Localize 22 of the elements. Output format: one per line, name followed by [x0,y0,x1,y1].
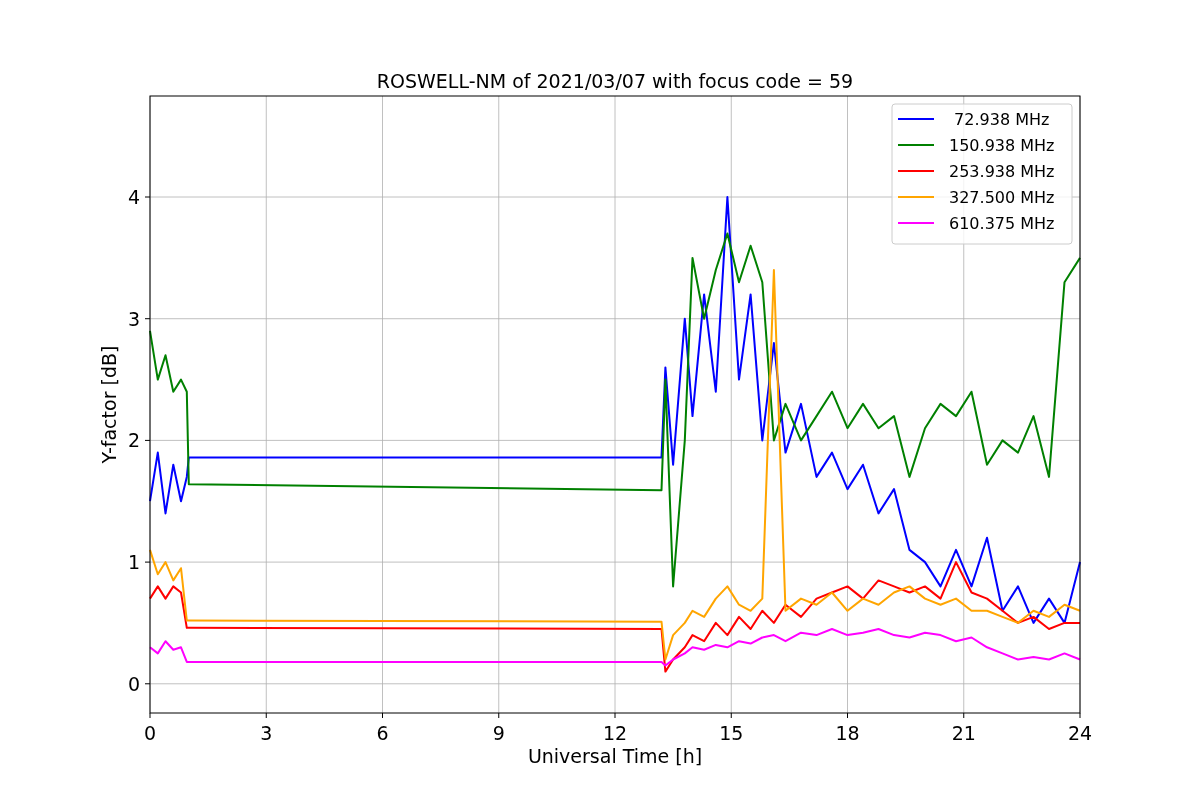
legend-label: 72.938 MHz [954,110,1050,129]
x-tick-label: 18 [835,722,860,744]
x-tick-label: 3 [260,722,273,744]
y-tick-label: 1 [127,551,140,574]
legend-label: 327.500 MHz [949,188,1055,207]
legend-label: 610.375 MHz [949,214,1055,233]
y-tick-label: 4 [127,186,140,208]
y-tick-label: 0 [127,672,140,695]
x-axis-label: Universal Time [h] [527,745,703,767]
x-tick-label: 15 [719,722,744,744]
y-tick-label: 2 [127,429,140,452]
legend-label: 253.938 MHz [949,162,1055,181]
x-tick-label: 24 [1067,722,1093,744]
y-tick-label: 3 [127,307,140,330]
x-tick-label: 0 [143,722,157,744]
chart-title: ROSWELL-NM of 2021/03/07 with focus code = 59 [376,70,854,92]
x-tick-label: 6 [376,722,389,744]
x-tick-label: 9 [492,722,505,744]
x-tick-label: 12 [602,722,628,744]
x-tick-label: 21 [951,722,976,744]
legend-label: 150.938 MHz [949,136,1055,155]
y-axis-label: Y-factor [dB] [98,345,120,464]
